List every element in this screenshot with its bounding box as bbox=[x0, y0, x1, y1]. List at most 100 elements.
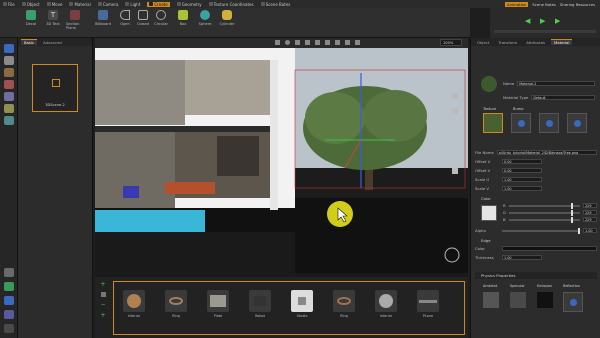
tab-sharing-resources[interactable]: Sharing Resources bbox=[560, 2, 595, 7]
materials-icon[interactable] bbox=[4, 80, 14, 89]
rotate-tool-icon[interactable] bbox=[325, 40, 330, 45]
color-swatch[interactable] bbox=[481, 205, 497, 221]
reflection-slot[interactable] bbox=[563, 292, 583, 312]
library-item-robot[interactable]: Robot bbox=[246, 290, 274, 318]
menu-file[interactable]: File bbox=[3, 2, 15, 7]
library-item-interior-2[interactable]: Interior bbox=[372, 290, 400, 318]
texture-slot[interactable] bbox=[483, 113, 503, 133]
scene-browser-icon[interactable] bbox=[4, 44, 14, 53]
objects-icon[interactable] bbox=[4, 68, 14, 77]
menu-camera[interactable]: Camera bbox=[97, 2, 118, 7]
scene-thumbnail[interactable]: 3DScene-2 bbox=[32, 64, 78, 112]
add-icon[interactable]: + bbox=[100, 281, 105, 288]
library-item-studio[interactable]: Studio bbox=[288, 290, 316, 318]
frame-icon[interactable] bbox=[355, 40, 360, 45]
timeline-track[interactable] bbox=[494, 30, 596, 33]
lights-icon[interactable] bbox=[4, 104, 14, 113]
decal-button[interactable]: Decal bbox=[22, 10, 40, 26]
reflection-map-slot[interactable] bbox=[567, 113, 587, 133]
material-type-select[interactable]: Default bbox=[531, 95, 595, 100]
specular-map-slot[interactable] bbox=[539, 113, 559, 133]
edge-color-field[interactable] bbox=[502, 246, 597, 251]
g-slider[interactable] bbox=[508, 209, 580, 216]
tab-basic[interactable]: Basic bbox=[21, 39, 38, 45]
thickness-field[interactable]: 1.00 bbox=[502, 255, 542, 260]
cylinder-button[interactable]: Cylinder bbox=[218, 10, 236, 26]
scale-u-field[interactable]: 1.00 bbox=[502, 177, 542, 182]
alpha-knob[interactable] bbox=[578, 227, 581, 234]
menu-geometry[interactable]: Geometry bbox=[176, 2, 202, 7]
export-icon[interactable] bbox=[4, 296, 14, 305]
open-path-button[interactable]: Open bbox=[116, 10, 134, 26]
library-item-interior[interactable]: Interior bbox=[120, 290, 148, 318]
ambient-swatch[interactable] bbox=[483, 292, 499, 308]
menu-light[interactable]: Light bbox=[125, 2, 140, 7]
3d-text-button[interactable]: T 3D Text bbox=[44, 10, 62, 26]
menu-scene-bates[interactable]: Scene Bates bbox=[260, 2, 290, 7]
3d-viewport[interactable] bbox=[95, 48, 468, 273]
file-name-field[interactable]: ai/Urdu_tutorial/Material_2/D/Bitmaps/Tr… bbox=[496, 150, 597, 155]
viewport-side-icon-3[interactable] bbox=[452, 168, 458, 174]
grid-icon[interactable] bbox=[345, 40, 350, 45]
circular-path-button[interactable]: Circular bbox=[152, 10, 170, 26]
section-plane-button[interactable]: Section Plane bbox=[66, 10, 84, 30]
orbit-icon[interactable] bbox=[285, 40, 290, 45]
b-field[interactable]: 229 bbox=[583, 217, 597, 222]
viewport-side-icon-2[interactable] bbox=[452, 108, 458, 114]
tab-scene-bates[interactable]: Scene Bates bbox=[532, 2, 556, 7]
g-knob[interactable] bbox=[571, 209, 574, 216]
r-slider[interactable] bbox=[508, 202, 580, 209]
library-item-plate[interactable]: Plate bbox=[204, 290, 232, 318]
zoom-select[interactable]: 100% bbox=[440, 39, 462, 46]
menu-texture-coordinates[interactable]: Texture Coordinates bbox=[208, 2, 254, 7]
closed-path-button[interactable]: Closed bbox=[134, 10, 152, 26]
physics-properties-header[interactable]: Physics Properties bbox=[475, 272, 597, 279]
settings-icon[interactable] bbox=[4, 268, 14, 277]
cameras-icon[interactable] bbox=[4, 92, 14, 101]
name-field[interactable]: Material-2 bbox=[517, 81, 595, 86]
refresh-icon[interactable]: + bbox=[100, 312, 105, 319]
previous-icon[interactable]: ◀ bbox=[525, 17, 533, 25]
tab-animation[interactable]: Animation bbox=[505, 1, 529, 7]
library-item-plane[interactable]: PLane bbox=[414, 290, 442, 318]
list-icon[interactable] bbox=[100, 292, 106, 297]
menu-object[interactable]: Object bbox=[21, 2, 40, 7]
b-knob[interactable] bbox=[571, 216, 574, 223]
menu-create[interactable]: Create bbox=[147, 1, 170, 7]
library-item-ring-2[interactable]: Ring bbox=[330, 290, 358, 318]
scale-tool-icon[interactable] bbox=[335, 40, 340, 45]
menu-material[interactable]: Material bbox=[69, 2, 91, 7]
billboard-button[interactable]: Billboard bbox=[94, 10, 112, 26]
tab-transform[interactable]: Transform bbox=[495, 40, 520, 45]
next-icon[interactable]: ▶ bbox=[555, 17, 563, 25]
specular-swatch[interactable] bbox=[510, 292, 526, 308]
library-icon[interactable] bbox=[4, 56, 14, 65]
move-tool-icon[interactable] bbox=[315, 40, 320, 45]
box-button[interactable]: Box bbox=[174, 10, 192, 26]
render-icon[interactable] bbox=[4, 282, 14, 291]
environment-icon[interactable] bbox=[4, 116, 14, 125]
menu-move[interactable]: Move bbox=[46, 2, 62, 7]
tab-advanced[interactable]: Advanced bbox=[40, 40, 65, 45]
alpha-slider[interactable] bbox=[502, 227, 581, 234]
library-item-ring[interactable]: Ring bbox=[162, 290, 190, 318]
sphere-button[interactable]: Sphere bbox=[196, 10, 214, 26]
bump-slot[interactable] bbox=[511, 113, 531, 133]
b-slider[interactable] bbox=[508, 216, 580, 223]
tab-object[interactable]: Object bbox=[474, 40, 492, 45]
offset-u-field[interactable]: 0.00 bbox=[502, 159, 542, 164]
pan-icon[interactable] bbox=[275, 40, 280, 45]
offset-v-field[interactable]: 0.00 bbox=[502, 168, 542, 173]
r-knob[interactable] bbox=[571, 202, 574, 209]
r-field[interactable]: 229 bbox=[583, 203, 597, 208]
alpha-field[interactable]: 1.00 bbox=[583, 228, 597, 233]
help-icon[interactable] bbox=[4, 310, 14, 319]
viewport-side-icon-1[interactable] bbox=[452, 93, 458, 99]
zoom-icon[interactable] bbox=[295, 40, 300, 45]
emission-swatch[interactable] bbox=[537, 292, 553, 308]
play-icon[interactable]: ▶ bbox=[540, 17, 548, 25]
scale-v-field[interactable]: 1.00 bbox=[502, 186, 542, 191]
remove-icon[interactable]: − bbox=[100, 301, 105, 308]
select-icon[interactable] bbox=[305, 40, 310, 45]
info-icon[interactable] bbox=[4, 324, 14, 333]
